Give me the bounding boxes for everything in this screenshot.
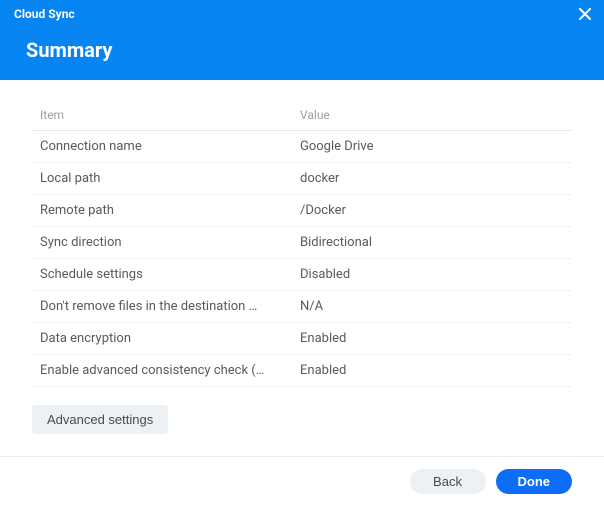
- table-row: Remote path /Docker: [32, 195, 572, 227]
- table-row: Local path docker: [32, 163, 572, 195]
- back-button[interactable]: Back: [410, 469, 486, 494]
- row-value: Enabled: [292, 323, 572, 355]
- body: Item Value Connection name Google Drive …: [0, 80, 604, 456]
- row-item: Connection name: [32, 131, 292, 163]
- table-row: Enable advanced consistency check (… Ena…: [32, 355, 572, 387]
- row-value: Enabled: [292, 355, 572, 387]
- table-row: Connection name Google Drive: [32, 131, 572, 163]
- row-value: Bidirectional: [292, 227, 572, 259]
- table-header-row: Item Value: [32, 100, 572, 131]
- table-row: Data encryption Enabled: [32, 323, 572, 355]
- table-row: Schedule settings Disabled: [32, 259, 572, 291]
- row-item: Schedule settings: [32, 259, 292, 291]
- summary-table: Item Value Connection name Google Drive …: [32, 100, 572, 387]
- table-row: Sync direction Bidirectional: [32, 227, 572, 259]
- row-item: Local path: [32, 163, 292, 195]
- advanced-settings-wrap: Advanced settings: [32, 405, 572, 434]
- header: Cloud Sync Summary: [0, 0, 604, 80]
- row-value: Google Drive: [292, 131, 572, 163]
- row-item: Enable advanced consistency check (…: [32, 355, 292, 387]
- cloud-sync-window: Cloud Sync Summary Item Value Connection…: [0, 0, 604, 508]
- row-value: docker: [292, 163, 572, 195]
- row-item: Don't remove files in the destination …: [32, 291, 292, 323]
- footer: Back Done: [0, 456, 604, 508]
- close-icon[interactable]: [576, 5, 594, 23]
- row-item: Sync direction: [32, 227, 292, 259]
- row-item: Data encryption: [32, 323, 292, 355]
- advanced-settings-button[interactable]: Advanced settings: [32, 405, 168, 434]
- col-item: Item: [32, 100, 292, 131]
- done-button[interactable]: Done: [496, 469, 573, 494]
- row-item: Remote path: [32, 195, 292, 227]
- window-title: Cloud Sync: [14, 7, 75, 21]
- titlebar: Cloud Sync: [0, 0, 604, 28]
- row-value: Disabled: [292, 259, 572, 291]
- row-value: N/A: [292, 291, 572, 323]
- col-value: Value: [292, 100, 572, 131]
- page-title: Summary: [0, 28, 604, 80]
- row-value: /Docker: [292, 195, 572, 227]
- table-row: Don't remove files in the destination … …: [32, 291, 572, 323]
